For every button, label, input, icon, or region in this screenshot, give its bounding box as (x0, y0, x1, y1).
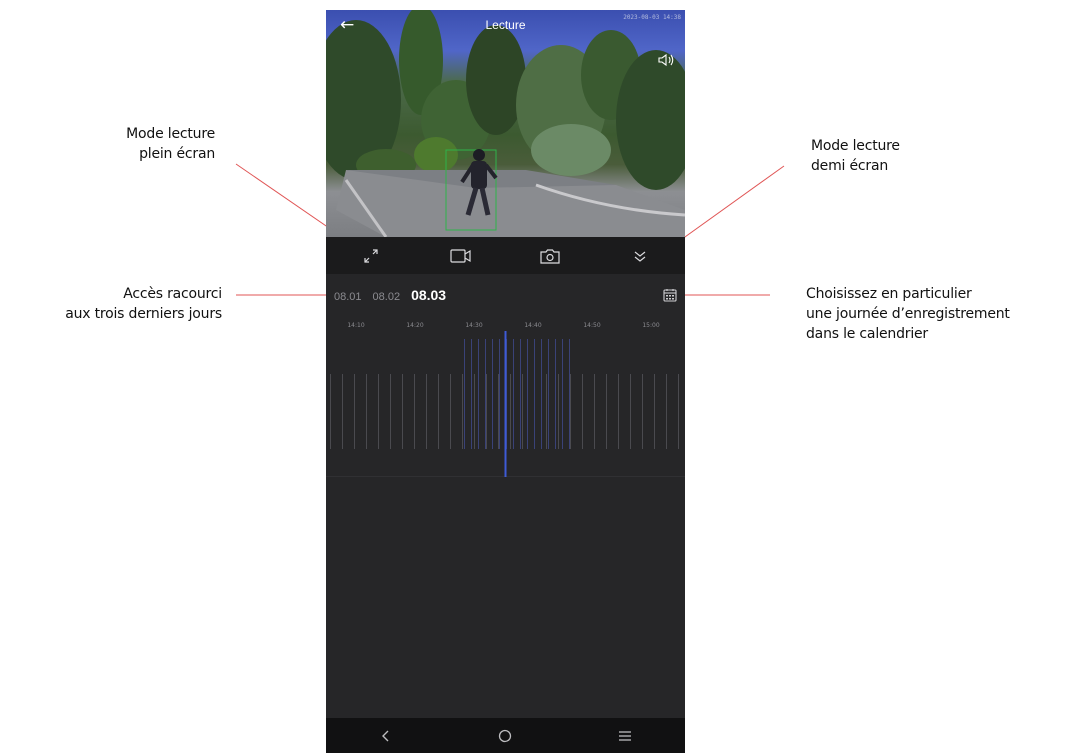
timeline-bar (594, 374, 595, 449)
annotation-line: Choisissez en particulier (806, 286, 972, 302)
annotation-calendar: Choisissez en particulier une journée d’… (806, 284, 1010, 344)
timeline-bar (582, 374, 583, 449)
day-tab-active[interactable]: 08.03 (411, 287, 446, 303)
timeline-bar (630, 374, 631, 449)
chevron-left-icon (381, 730, 389, 741)
nav-back-button[interactable] (366, 718, 406, 753)
timeline-tick-label: 14:40 (524, 322, 541, 329)
annotation-line: aux trois derniers jours (65, 306, 222, 322)
timeline-bar-event (513, 339, 514, 449)
half-screen-button[interactable] (620, 237, 660, 274)
nav-home-button[interactable] (485, 718, 525, 753)
timeline-bar (510, 374, 511, 449)
video-timestamp: 2023-08-03 14:38 (623, 14, 681, 21)
timeline-bar (366, 374, 367, 449)
chevron-double-down-icon (634, 251, 646, 262)
annotation-line: demi écran (811, 158, 888, 174)
camera-scene (326, 10, 685, 237)
timeline-bar (390, 374, 391, 449)
timeline-tick-label: 14:50 (583, 322, 600, 329)
annotation-recent-days: Accès racourci aux trois derniers jours (65, 284, 222, 324)
timeline-scrubber[interactable]: 14:10 14:20 14:30 14:40 14:50 15:00 (326, 319, 685, 477)
camera-snapshot-icon (540, 248, 560, 264)
nav-menu-button[interactable] (605, 718, 645, 753)
annotation-line: une journée d’enregistrement (806, 306, 1010, 322)
timeline-bar-event (499, 339, 500, 449)
timeline-bar (666, 374, 667, 449)
timeline-bar-event (569, 339, 570, 449)
annotation-line: Accès racourci (123, 286, 222, 302)
timeline-bar-event (520, 339, 521, 449)
day-tab[interactable]: 08.01 (334, 291, 362, 303)
timeline-bar-event (492, 339, 493, 449)
timeline-bar (342, 374, 343, 449)
annotation-line: Mode lecture (811, 138, 900, 154)
annotation-halfscreen: Mode lecture demi écran (811, 136, 900, 176)
timeline-bar-event (555, 339, 556, 449)
timeline-bar (654, 374, 655, 449)
timeline-tick-label: 14:10 (347, 322, 364, 329)
timeline-bar (438, 374, 439, 449)
timeline-bar (414, 374, 415, 449)
timeline-bar (642, 374, 643, 449)
home-circle-icon (499, 729, 512, 742)
record-button[interactable] (441, 237, 481, 274)
timeline-bar (462, 374, 463, 449)
timeline-bar (522, 374, 523, 449)
timeline-bar-event (471, 339, 472, 449)
player-control-bar (326, 237, 685, 274)
timeline-bar (570, 374, 571, 449)
recent-days-selector: 08.01 08.02 08.03 (334, 287, 457, 303)
timeline-bar (618, 374, 619, 449)
annotation-fullscreen: Mode lecture plein écran (126, 124, 215, 164)
snapshot-button[interactable] (530, 237, 570, 274)
phone-screen: ← Lecture 2023-08-03 14:38 08.01 08.02 0… (326, 10, 685, 753)
annotation-line: dans le calendrier (806, 326, 928, 342)
timeline-bar-event (534, 339, 535, 449)
timeline-bar-event (562, 339, 563, 449)
timeline-bar-event (464, 339, 465, 449)
system-navigation-bar (326, 718, 685, 753)
video-record-icon (450, 248, 471, 263)
speaker-icon[interactable] (657, 52, 675, 71)
playback-timeline-area: 08.01 08.02 08.03 14:10 14:20 14:30 14:40 14… (326, 274, 685, 718)
timeline-bar-event (541, 339, 542, 449)
timeline-bar (450, 374, 451, 449)
timeline-bar-event (527, 339, 528, 449)
timeline-bar (606, 374, 607, 449)
timeline-bar (486, 374, 487, 449)
calendar-icon[interactable] (663, 287, 677, 306)
fullscreen-button[interactable] (351, 237, 391, 274)
annotation-line: Mode lecture (126, 126, 215, 142)
timeline-tick-labels: 14:10 14:20 14:30 14:40 14:50 15:00 (347, 322, 659, 329)
day-tab[interactable]: 08.02 (373, 291, 401, 303)
menu-lines-icon (619, 730, 632, 741)
timeline-bar-event (478, 339, 479, 449)
timeline-tick-label: 14:20 (406, 322, 423, 329)
video-player[interactable]: ← Lecture 2023-08-03 14:38 (326, 10, 685, 237)
timeline-bar (426, 374, 427, 449)
timeline-tick-label: 14:30 (465, 322, 482, 329)
fullscreen-expand-icon (364, 248, 378, 263)
timeline-bar (558, 374, 559, 449)
timeline-playhead[interactable] (504, 331, 507, 477)
annotation-line: plein écran (139, 146, 215, 162)
timeline-bar (402, 374, 403, 449)
timeline-bar-event (485, 339, 486, 449)
timeline-bar (678, 374, 679, 449)
timeline-bar (354, 374, 355, 449)
timeline-bar-event (548, 339, 549, 449)
timeline-bar (546, 374, 547, 449)
timeline-tick-label: 15:00 (642, 322, 659, 329)
timeline-bar (378, 374, 379, 449)
timeline-bar (474, 374, 475, 449)
timeline-bar (498, 374, 499, 449)
timeline-bar (330, 374, 331, 449)
